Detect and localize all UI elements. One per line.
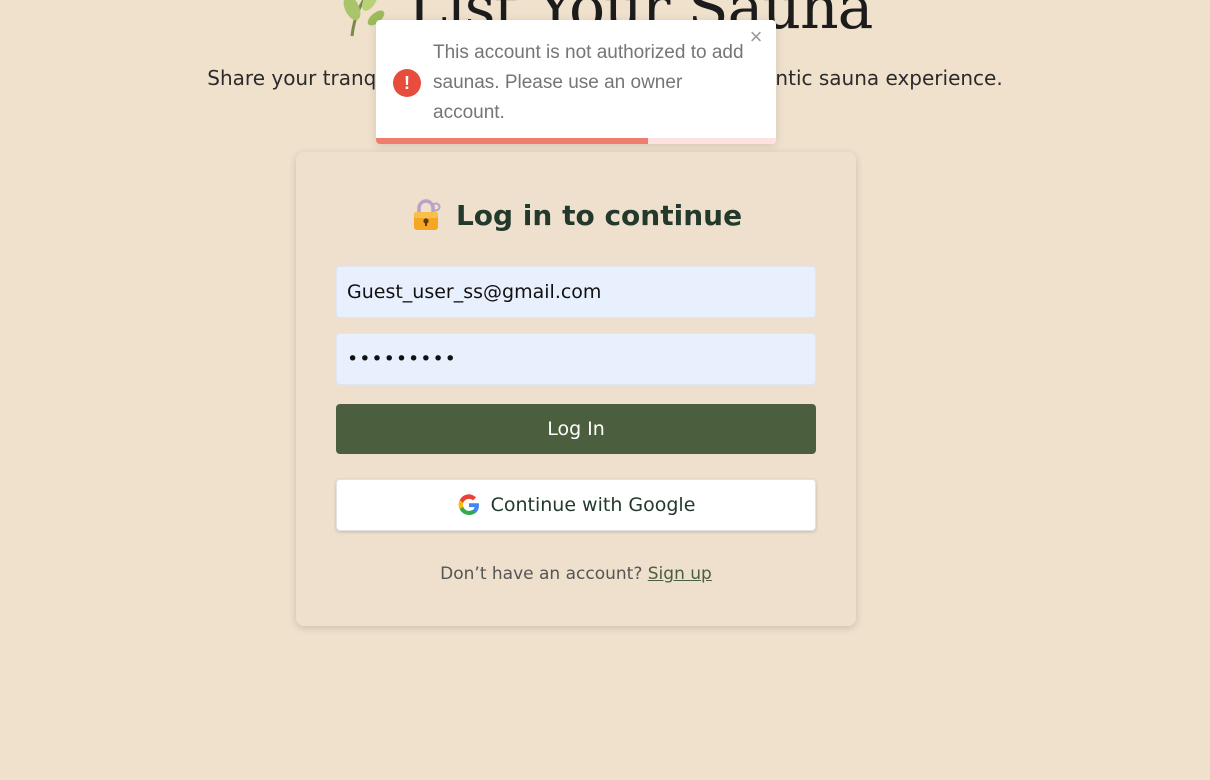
- email-field[interactable]: [336, 266, 816, 318]
- close-icon[interactable]: ×: [745, 25, 767, 49]
- google-button-label: Continue with Google: [490, 494, 696, 516]
- signup-row: Don’t have an account? Sign up: [296, 564, 856, 584]
- google-icon: [458, 494, 479, 516]
- login-heading: Log in to continue: [296, 198, 856, 232]
- error-icon: !: [393, 69, 421, 97]
- google-login-button[interactable]: Continue with Google: [336, 479, 816, 531]
- password-field[interactable]: [336, 333, 816, 385]
- login-heading-text: Log in to continue: [455, 198, 743, 232]
- toast-progress-fill: [376, 138, 648, 144]
- signup-prompt: Don’t have an account?: [440, 564, 643, 584]
- toast-message: This account is not authorized to add sa…: [433, 42, 744, 123]
- error-toast: ! This account is not authorized to add …: [376, 20, 776, 144]
- lock-icon: [413, 199, 441, 230]
- login-card: Log in to continue Log In Continue with …: [296, 152, 856, 626]
- signup-link[interactable]: Sign up: [648, 564, 712, 584]
- login-button[interactable]: Log In: [336, 404, 816, 454]
- toast-progress-track: [376, 138, 776, 144]
